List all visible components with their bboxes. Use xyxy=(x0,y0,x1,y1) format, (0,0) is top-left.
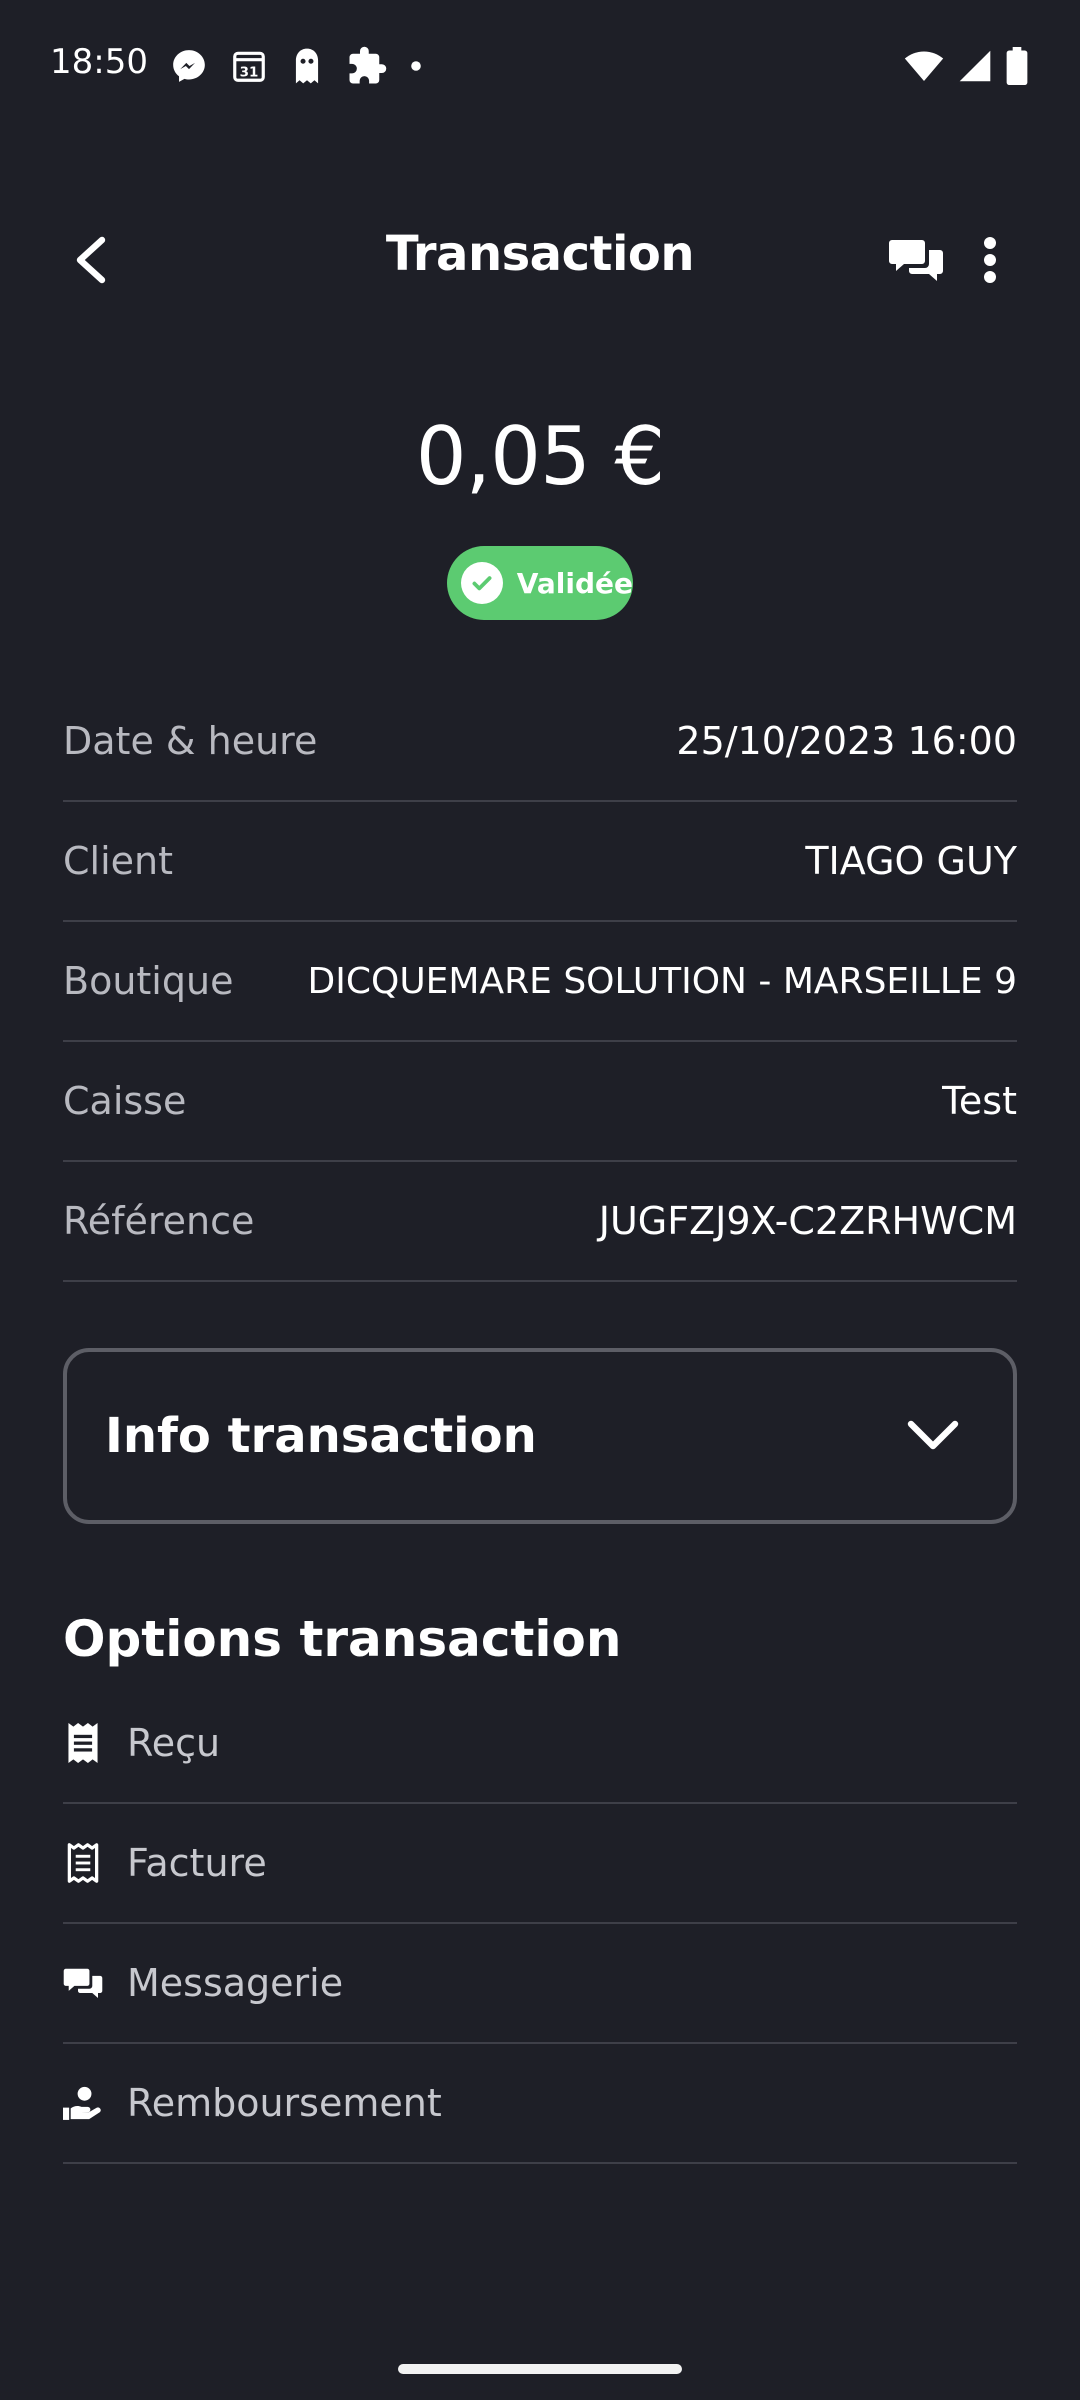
status-badge: Validée xyxy=(447,546,633,620)
option-label: Facture xyxy=(127,1841,267,1885)
options-list: Reçu Facture Messagerie Remboursement xyxy=(63,1684,1017,2164)
detail-row-reference: Référence JUGFZJ9X-C2ZRHWCM xyxy=(63,1162,1017,1282)
detail-value: JUGFZJ9X-C2ZRHWCM xyxy=(598,1199,1017,1243)
detail-value: Test xyxy=(942,1079,1017,1123)
detail-row-register: Caisse Test xyxy=(63,1042,1017,1162)
detail-label: Référence xyxy=(63,1199,255,1243)
app-bar: Transaction xyxy=(0,200,1080,320)
calendar-day: 31 xyxy=(240,65,259,80)
detail-label: Caisse xyxy=(63,1079,187,1123)
detail-row-shop: Boutique DICQUEMARE SOLUTION - MARSEILLE… xyxy=(63,922,1017,1042)
chevron-down-icon xyxy=(907,1420,959,1450)
detail-row-client: Client TIAGO GUY xyxy=(63,802,1017,922)
wifi-icon xyxy=(904,49,944,83)
detail-value: 25/10/2023 16:00 xyxy=(676,719,1017,763)
notification-icons: 31 xyxy=(170,44,422,88)
detail-label: Boutique xyxy=(63,959,234,1003)
detail-value: TIAGO GUY xyxy=(805,839,1017,883)
detail-label: Date & heure xyxy=(63,719,318,763)
options-title: Options transaction xyxy=(63,1610,622,1668)
chat-bubbles-icon xyxy=(889,240,943,281)
option-label: Messagerie xyxy=(127,1961,344,2005)
detail-label: Client xyxy=(63,839,174,883)
more-options-button[interactable] xyxy=(960,228,1020,292)
detail-value: DICQUEMARE SOLUTION - MARSEILLE 9 xyxy=(307,960,1017,1002)
system-icons xyxy=(904,44,1028,88)
gesture-navigation-bar[interactable] xyxy=(398,2364,682,2374)
option-invoice[interactable]: Facture xyxy=(63,1804,1017,1924)
option-label: Remboursement xyxy=(127,2081,442,2125)
puzzle-icon xyxy=(346,45,388,87)
status-bar: 18:50 31 xyxy=(0,0,1080,130)
signal-icon xyxy=(958,49,992,83)
calendar-icon: 31 xyxy=(230,47,268,85)
transaction-details: Date & heure 25/10/2023 16:00 Client TIA… xyxy=(63,682,1017,1282)
detail-row-date: Date & heure 25/10/2023 16:00 xyxy=(63,682,1017,802)
ghost-icon xyxy=(290,47,324,85)
option-label: Reçu xyxy=(127,1721,221,1765)
battery-icon xyxy=(1006,47,1028,85)
transaction-amount: 0,05 € xyxy=(415,410,665,503)
option-receipt[interactable]: Reçu xyxy=(63,1684,1017,1804)
messenger-icon xyxy=(170,47,208,85)
more-vertical-icon xyxy=(984,237,996,283)
invoice-icon xyxy=(63,1843,103,1883)
transaction-screen: 18:50 31 Transaction 0,05 € Validée Date… xyxy=(0,0,1080,2400)
status-label: Validée xyxy=(516,566,633,600)
info-transaction-accordion[interactable]: Info transaction xyxy=(63,1348,1017,1524)
dot-icon xyxy=(410,60,422,72)
chat-bubbles-icon xyxy=(63,1963,103,2003)
receipt-icon xyxy=(63,1723,103,1763)
refund-hand-icon xyxy=(63,2083,103,2123)
option-messaging[interactable]: Messagerie xyxy=(63,1924,1017,2044)
accordion-title: Info transaction xyxy=(105,1408,537,1464)
status-time: 18:50 xyxy=(50,42,148,82)
option-refund[interactable]: Remboursement xyxy=(63,2044,1017,2164)
check-circle-icon xyxy=(461,562,503,604)
chat-button[interactable] xyxy=(880,228,952,292)
